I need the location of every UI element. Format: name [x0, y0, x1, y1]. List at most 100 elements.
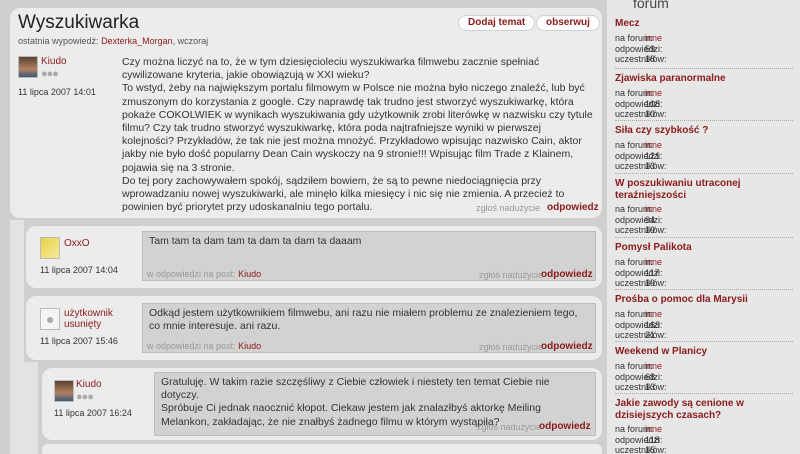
post-author: Kiudo ●●● 11 lipca 2007 16:24	[54, 378, 154, 430]
forum-stat-value: 10	[645, 109, 656, 119]
forum-stat-label: uczestników:	[615, 161, 667, 171]
watch-button[interactable]: obserwuj	[536, 15, 600, 31]
forum-stat-value[interactable]: inne	[645, 424, 662, 435]
author-name-link[interactable]: OxxO	[64, 238, 90, 249]
post-text: Odkąd jestem użytkownikiem filmwebu, ani…	[149, 307, 578, 333]
forum-stat-value: 94	[645, 214, 656, 225]
forum-stat-value: 13	[645, 382, 656, 392]
forum-title-link[interactable]: W poszukiwaniu utraconej teraźniejszości	[615, 178, 795, 202]
forum-title-link[interactable]: Weekend w Planicy	[615, 346, 795, 358]
post-text: Czy można liczyć na to, że w tym dziesię…	[122, 56, 593, 214]
post-author: OxxO 11 lipca 2007 14:04	[40, 234, 150, 284]
thread-indent	[10, 220, 24, 454]
forum-stat-replies: odpowiedzi: 68	[615, 372, 795, 383]
thread-indent	[24, 362, 38, 454]
forum-stat-participants: uczestników: 13	[615, 161, 795, 172]
forum-stat-value: 108	[645, 98, 661, 109]
forum-separator	[615, 237, 793, 238]
forum-stat-value: 68	[645, 371, 656, 382]
author-name-link[interactable]: użytkownik usunięty	[64, 308, 144, 330]
report-link[interactable]: zgłoś nadużycie	[476, 203, 540, 213]
forum-stat-forum: na forum: inne	[615, 204, 795, 215]
forum-item: Weekend w Planicy na forum: inne odpowiedzi…	[615, 346, 795, 393]
avatar[interactable]: ●	[40, 308, 60, 330]
forum-stat-forum: na forum: inne	[615, 309, 795, 320]
forum-stat-replies: odpowiedzi: 108	[615, 99, 795, 110]
reply-button[interactable]: odpowiedz	[541, 340, 593, 353]
last-reply-info: ostatnia wypowiedź: Dexterka_Morgan, wcz…	[18, 36, 208, 46]
sidebar: forum Mecz na forum: inne odpowiedzi: 59 ucze…	[607, 0, 800, 454]
forum-stat-forum: na forum: inne	[615, 140, 795, 151]
forum-stat-value[interactable]: inne	[645, 88, 662, 99]
in-reply-user-link[interactable]: Kiudo	[238, 341, 261, 351]
forum-stat-value[interactable]: inne	[645, 361, 662, 372]
forum-stat-value: 118	[645, 434, 660, 445]
forum-item: W poszukiwaniu utraconej teraźniejszości…	[615, 178, 795, 236]
author-name-link[interactable]: Kiudo	[41, 56, 67, 67]
post-message: Czy można liczyć na to, że w tym dziesię…	[118, 53, 597, 213]
forum-stat-label: odpowiedzi:	[615, 371, 663, 382]
user-placeholder-icon: ●	[46, 311, 55, 327]
forum-item: Pomysł Palikota na forum: inne odpowiedzi: 1…	[615, 242, 795, 289]
forum-item: Jakie zawody są cenione w dzisiejszych c…	[615, 398, 795, 454]
forum-title-link[interactable]: Prośba o pomoc dla Marysii	[615, 294, 795, 306]
reply-card: OxxO 11 lipca 2007 14:04 Tam tam ta dam …	[26, 226, 602, 288]
avatar[interactable]	[40, 237, 60, 259]
forum-title-link[interactable]: Zjawiska paranormalne	[615, 73, 795, 85]
reply-button[interactable]: odpowiedz	[547, 202, 599, 213]
forum-stat-forum: na forum: inne	[615, 361, 795, 372]
post-text: Tam tam ta dam tam ta dam ta dam ta daaa…	[149, 235, 362, 247]
in-reply-prefix: w odpowiedzi na post:	[147, 341, 236, 351]
in-reply-user-link[interactable]: Kiudo	[238, 269, 261, 279]
forum-title-link[interactable]: Pomysł Palikota	[615, 242, 795, 254]
forum-stat-value: 121	[645, 150, 661, 161]
reply-button[interactable]: odpowiedz	[541, 268, 593, 281]
report-link[interactable]: zgłoś nadużycie	[477, 421, 541, 434]
forum-stat-label: uczestników:	[615, 225, 667, 235]
add-topic-button[interactable]: Dodaj temat	[458, 15, 536, 31]
thread-card: Wyszukiwarka ostatnia wypowiedź: Dexterk…	[10, 8, 602, 218]
forum-stat-value: 21	[645, 330, 656, 340]
forum-stat-value[interactable]: inne	[645, 257, 662, 268]
forum-stat-label: uczestników:	[615, 54, 667, 64]
forum-stat-forum: na forum: inne	[615, 33, 795, 44]
forum-title-link[interactable]: Mecz	[615, 18, 795, 30]
forum-title-link[interactable]: Jakie zawody są cenione w dzisiejszych c…	[615, 398, 795, 422]
forum-stat-value[interactable]: inne	[645, 309, 662, 320]
avatar[interactable]	[18, 56, 38, 78]
forum-stat-replies: odpowiedzi: 59	[615, 44, 795, 55]
report-link[interactable]: zgłoś nadużycie	[479, 269, 543, 282]
last-reply-user-link[interactable]: Dexterka_Morgan	[101, 36, 173, 46]
last-reply-prefix: ostatnia wypowiedź:	[18, 36, 99, 46]
forum-stat-value[interactable]: inne	[645, 33, 662, 44]
forum-separator	[615, 173, 793, 174]
forum-stat-participants: uczestników: 15	[615, 445, 795, 454]
forum-stat-participants: uczestników: 10	[615, 109, 795, 120]
forum-stat-value[interactable]: inne	[645, 204, 662, 215]
post-date: 11 lipca 2007 15:46	[40, 336, 118, 346]
forum-separator	[615, 341, 793, 342]
thread-column: Wyszukiwarka ostatnia wypowiedź: Dexterk…	[0, 0, 607, 454]
forum-stat-replies: odpowiedzi: 118	[615, 435, 795, 446]
avatar[interactable]	[54, 380, 74, 402]
forum-stat-participants: uczestników: 13	[615, 382, 795, 393]
rank-dots-icon: ●●●	[41, 68, 59, 80]
forum-stat-label: uczestników:	[615, 278, 667, 288]
post-message: Gratuluję. W takim razie szczęśliwy z Ci…	[154, 372, 596, 436]
reply-button[interactable]: odpowiedz	[539, 420, 591, 433]
reply-card: ● użytkownik usunięty 11 lipca 2007 15:4…	[26, 296, 602, 360]
reply-card: Kiudo ●●● 11 lipca 2007 16:24 Gratuluję.…	[42, 368, 602, 440]
forum-stat-label: uczestników:	[615, 382, 667, 392]
forum-stat-participants: uczestników: 19	[615, 225, 795, 236]
forum-title-link[interactable]: Siła czy szybkość ?	[615, 125, 795, 137]
forum-stat-replies: odpowiedzi: 121	[615, 151, 795, 162]
post-date: 11 lipca 2007 14:04	[40, 265, 118, 275]
sidebar-title: forum	[633, 0, 669, 11]
forum-stat-value[interactable]: inne	[645, 140, 662, 151]
report-link[interactable]: zgłoś nadużycie	[479, 341, 543, 354]
forum-item: Zjawiska paranormalne na forum: inne odpowi…	[615, 73, 795, 120]
author-name-link[interactable]: Kiudo	[76, 379, 102, 390]
forum-stat-value: 59	[645, 43, 656, 54]
in-reply-to: w odpowiedzi na post: Kiudo	[147, 340, 261, 353]
forum-stat-label: odpowiedzi:	[615, 43, 663, 54]
